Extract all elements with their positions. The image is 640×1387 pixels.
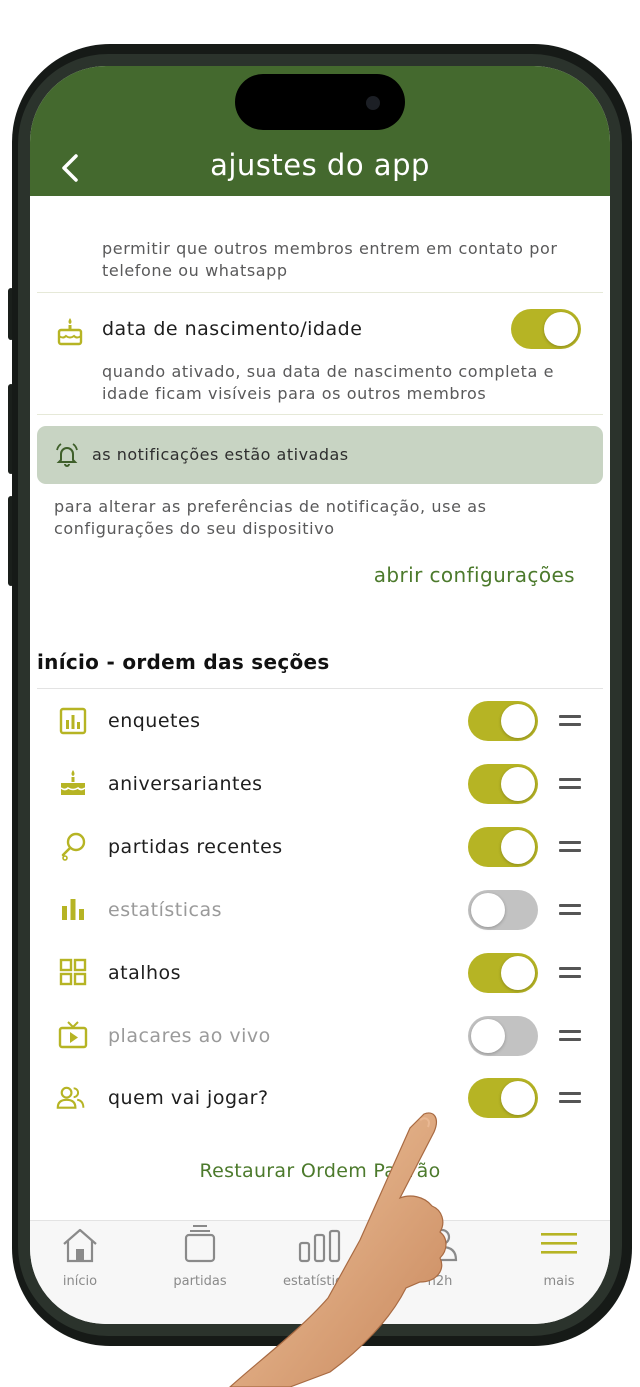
pointing-hand-illustration [229, 1112, 447, 1387]
divider [37, 414, 603, 415]
tab-mais[interactable]: mais [501, 1221, 610, 1301]
people-icon [56, 1086, 85, 1109]
birthday-setting-label: data de nascimento/idade [102, 318, 363, 340]
notification-hint: para alterar as preferências de notifica… [54, 497, 487, 538]
notification-status-banner: as notificações estão ativadas [37, 426, 603, 484]
tab-inicio[interactable]: início [30, 1221, 138, 1301]
toggle-knob [544, 312, 578, 346]
section-label-enquetes: enquetes [108, 710, 201, 732]
section-title: início - ordem das seções [37, 650, 330, 674]
divider [37, 292, 603, 293]
section-label-estatisticas: estatísticas [108, 899, 223, 921]
tab-label: mais [543, 1274, 575, 1289]
drag-handle-placares-ao-vivo[interactable] [559, 1030, 581, 1042]
notification-status-text: as notificações estão ativadas [92, 445, 349, 464]
toggle-knob [471, 893, 505, 927]
tv-icon [58, 1021, 88, 1049]
drag-handle-atalhos[interactable] [559, 967, 581, 979]
toggle-enquetes[interactable] [468, 701, 538, 741]
menu-icon [541, 1233, 577, 1254]
toggle-aniversariantes[interactable] [468, 764, 538, 804]
drag-handle-enquetes[interactable] [559, 715, 581, 727]
home-icon [63, 1228, 97, 1263]
section-label-aniversariantes: aniversariantes [108, 773, 263, 795]
page-title: ajustes do app [210, 148, 430, 182]
poll-chart-icon [59, 707, 87, 735]
divider [37, 688, 603, 689]
cake-icon [60, 770, 86, 795]
toggle-knob [501, 704, 535, 738]
section-label-placares-ao-vivo: placares ao vivo [108, 1025, 271, 1047]
toggle-knob [501, 1081, 535, 1115]
contact-description: permitir que outros membros entrem em co… [102, 239, 558, 280]
grid-icon [59, 958, 87, 986]
drag-handle-quem-vai-jogar[interactable] [559, 1092, 581, 1104]
open-settings-link[interactable]: abrir configurações [374, 563, 575, 587]
tab-label: início [62, 1274, 98, 1289]
toggle-partidas-recentes[interactable] [468, 827, 538, 867]
section-label-quem-vai-jogar: quem vai jogar? [108, 1087, 269, 1109]
cake-icon [57, 318, 83, 346]
toggle-knob [471, 1019, 505, 1053]
toggle-placares-ao-vivo[interactable] [468, 1016, 538, 1056]
toggle-knob [501, 956, 535, 990]
birthday-description: quando ativado, sua data de nascimento c… [102, 362, 555, 403]
drag-handle-estatisticas[interactable] [559, 904, 581, 916]
toggle-quem-vai-jogar[interactable] [468, 1078, 538, 1118]
toggle-knob [501, 767, 535, 801]
app-header: ajustes do app [30, 66, 610, 196]
toggle-knob [501, 830, 535, 864]
drag-handle-aniversariantes[interactable] [559, 778, 581, 790]
racket-icon [61, 832, 86, 861]
section-label-partidas-recentes: partidas recentes [108, 836, 283, 858]
bell-ring-icon [56, 443, 78, 467]
toggle-estatisticas[interactable] [468, 890, 538, 930]
bar-chart-icon [62, 899, 84, 920]
birthday-toggle[interactable] [511, 309, 581, 349]
toggle-atalhos[interactable] [468, 953, 538, 993]
drag-handle-partidas-recentes[interactable] [559, 841, 581, 853]
section-label-atalhos: atalhos [108, 962, 182, 984]
front-camera [366, 96, 380, 110]
